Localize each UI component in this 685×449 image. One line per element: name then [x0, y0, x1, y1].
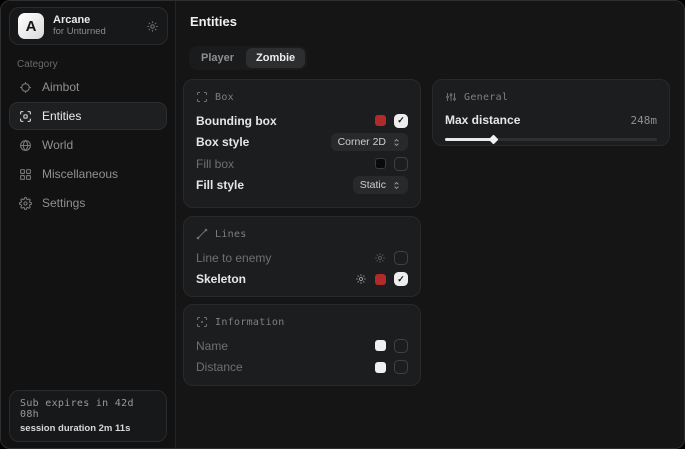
- scan-icon: [196, 91, 208, 103]
- max-distance-value: 248m: [631, 114, 658, 127]
- sidebar-item-label: Miscellaneous: [42, 167, 118, 181]
- crosshair-icon: [19, 81, 32, 94]
- grid-icon: [19, 168, 32, 181]
- checkbox-unchecked[interactable]: [394, 157, 408, 171]
- checkbox-unchecked[interactable]: [394, 360, 408, 374]
- setting-row-distance: Distance: [196, 357, 408, 379]
- lines-card: Lines Line to enemy Skeleton: [183, 216, 421, 297]
- setting-label: Bounding box: [196, 114, 277, 128]
- sliders-icon: [445, 91, 457, 103]
- chevrons-up-down-icon: [392, 138, 401, 147]
- setting-row-max-distance: Max distance 248m: [445, 110, 657, 130]
- lines-card-header: Lines: [196, 228, 408, 240]
- box-card: Box Bounding box ✓ Box style Corner 2D: [183, 79, 421, 208]
- checkbox-checked[interactable]: ✓: [394, 114, 408, 128]
- card-title: General: [464, 92, 508, 103]
- setting-row-name: Name: [196, 335, 408, 357]
- color-swatch[interactable]: [375, 362, 386, 373]
- sidebar-item-label: Settings: [42, 196, 85, 210]
- focus-icon: [196, 316, 208, 328]
- max-distance-slider[interactable]: [445, 135, 657, 144]
- setting-row-bounding-box: Bounding box ✓: [196, 110, 408, 132]
- brand-text: Arcane for Unturned: [53, 14, 137, 38]
- app-logo: A: [18, 13, 44, 39]
- color-swatch[interactable]: [375, 115, 386, 126]
- setting-row-line-to-enemy: Line to enemy: [196, 247, 408, 269]
- gear-icon[interactable]: [146, 20, 159, 33]
- sidebar-item-world[interactable]: World: [9, 131, 167, 159]
- setting-label: Fill box: [196, 157, 234, 171]
- tab-player[interactable]: Player: [191, 48, 244, 68]
- checkbox-unchecked[interactable]: [394, 251, 408, 265]
- sidebar-item-label: World: [42, 138, 73, 152]
- line-icon: [196, 228, 208, 240]
- card-title: Lines: [215, 229, 247, 240]
- check-icon: ✓: [397, 275, 405, 284]
- dropdown-value: Corner 2D: [338, 136, 386, 148]
- globe-icon: [19, 139, 32, 152]
- card-title: Box: [215, 92, 234, 103]
- setting-label: Distance: [196, 360, 243, 374]
- sidebar-item-entities[interactable]: Entities: [9, 102, 167, 130]
- checkbox-unchecked[interactable]: [394, 339, 408, 353]
- subscription-card: Sub expires in 42d 08h session duration …: [9, 390, 167, 442]
- sidebar-item-label: Aimbot: [42, 80, 79, 94]
- app-subtitle: for Unturned: [53, 27, 137, 38]
- scan-icon: [19, 110, 32, 123]
- main-panel: Entities Player Zombie Box Bounding box …: [176, 1, 684, 448]
- dropdown-value: Static: [360, 179, 386, 191]
- setting-row-skeleton: Skeleton ✓: [196, 269, 408, 291]
- entity-tabs: Player Zombie: [189, 46, 307, 70]
- gear-icon: [19, 197, 32, 210]
- gear-icon[interactable]: [374, 252, 386, 264]
- box-card-header: Box: [196, 91, 408, 103]
- setting-row-box-style: Box style Corner 2D: [196, 132, 408, 154]
- card-title: Information: [215, 317, 285, 328]
- sidebar: A Arcane for Unturned Category Aimbot: [1, 1, 176, 448]
- setting-label: Box style: [196, 135, 249, 149]
- checkbox-checked[interactable]: ✓: [394, 272, 408, 286]
- chevrons-up-down-icon: [392, 181, 401, 190]
- color-swatch[interactable]: [375, 274, 386, 285]
- sidebar-nav: Aimbot Entities World Miscellaneous: [9, 73, 167, 218]
- sub-expires-text: Sub expires in 42d 08h: [20, 398, 156, 420]
- slider-handle[interactable]: [488, 135, 498, 145]
- page-title: Entities: [190, 14, 237, 29]
- session-duration-text: session duration 2m 11s: [20, 423, 156, 434]
- setting-label: Name: [196, 339, 228, 353]
- general-card-header: General: [445, 91, 657, 103]
- setting-label: Line to enemy: [196, 251, 271, 265]
- app-window: A Arcane for Unturned Category Aimbot: [0, 0, 685, 449]
- setting-label: Fill style: [196, 178, 244, 192]
- setting-label: Max distance: [445, 113, 520, 127]
- setting-label: Skeleton: [196, 272, 246, 286]
- sidebar-item-label: Entities: [42, 109, 81, 123]
- sidebar-item-miscellaneous[interactable]: Miscellaneous: [9, 160, 167, 188]
- setting-row-fill-box: Fill box: [196, 153, 408, 175]
- fill-style-dropdown[interactable]: Static: [353, 176, 408, 194]
- color-swatch[interactable]: [375, 158, 386, 169]
- information-card-header: Information: [196, 316, 408, 328]
- app-title: Arcane: [53, 14, 137, 27]
- information-card: Information Name Distance: [183, 304, 421, 386]
- general-card: General Max distance 248m: [432, 79, 670, 146]
- setting-row-fill-style: Fill style Static: [196, 175, 408, 197]
- sidebar-item-settings[interactable]: Settings: [9, 189, 167, 217]
- box-style-dropdown[interactable]: Corner 2D: [331, 133, 408, 151]
- gear-icon[interactable]: [355, 273, 367, 285]
- tab-zombie[interactable]: Zombie: [246, 48, 305, 68]
- check-icon: ✓: [397, 116, 405, 125]
- color-swatch[interactable]: [375, 340, 386, 351]
- slider-fill: [445, 138, 492, 141]
- sidebar-item-aimbot[interactable]: Aimbot: [9, 73, 167, 101]
- brand-card: A Arcane for Unturned: [9, 7, 168, 45]
- category-label: Category: [17, 59, 175, 70]
